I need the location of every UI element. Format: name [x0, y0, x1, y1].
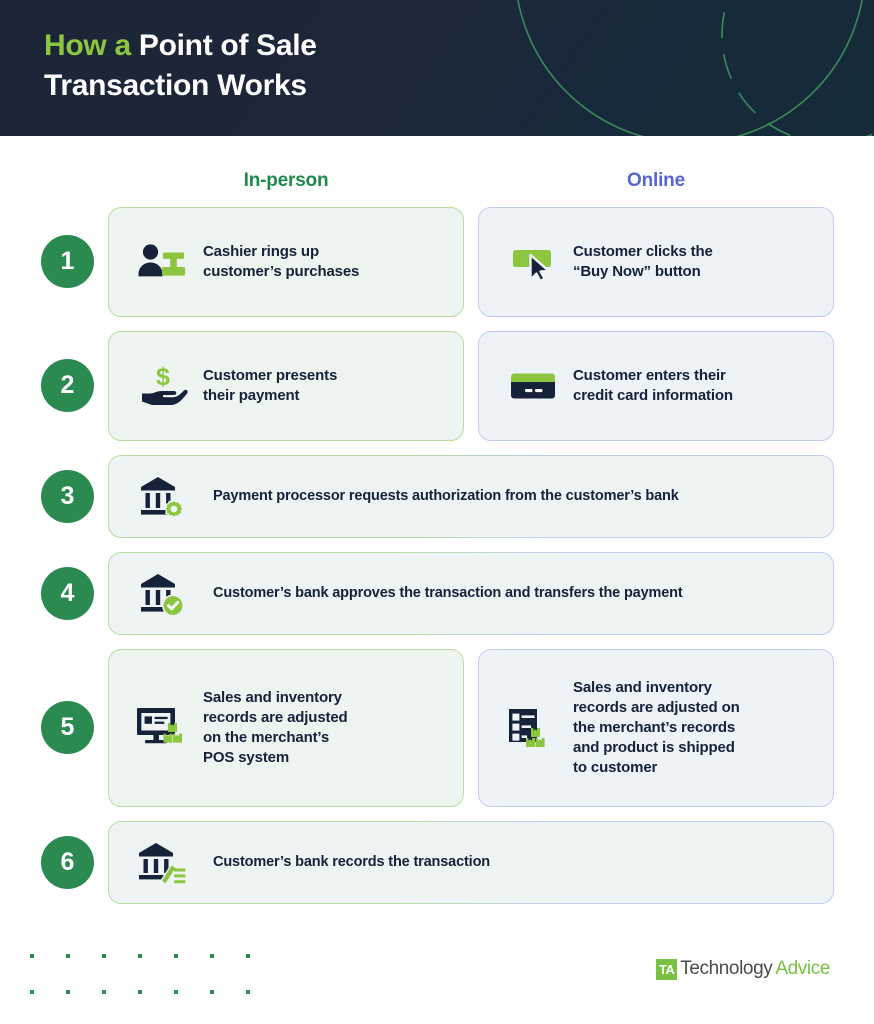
logo-text-advice: Advice: [775, 958, 830, 979]
hand-holding-dollar-icon: $: [127, 363, 199, 409]
svg-text:$: $: [156, 363, 170, 391]
step-number-badge: 2: [41, 359, 94, 412]
buy-now-button-cursor-icon: [497, 243, 569, 281]
dot: [30, 954, 34, 958]
dot: [138, 990, 142, 994]
step-card-text: Customer presents their payment: [203, 367, 338, 404]
step-card-online: Customer clicks the “Buy Now” button: [478, 207, 834, 317]
records-list-inventory-icon: [497, 704, 569, 752]
step-card-text: Customer enters their credit card inform…: [573, 367, 733, 404]
bank-pencil-records-icon: [127, 840, 199, 886]
step-card-text: Sales and inventory records are adjusted…: [573, 679, 740, 776]
step-row: 5 Sales and inventory records are adjust…: [0, 649, 874, 809]
step-card-online: Sales and inventory records are adjusted…: [478, 649, 834, 807]
step-card-in-person: $ Customer presents their payment: [108, 331, 464, 441]
dot: [246, 990, 250, 994]
step-number-badge: 3: [41, 470, 94, 523]
logo-text-technology: Technology: [680, 958, 773, 979]
step-row: 1 Cashier rings up customer’s purchases: [0, 207, 874, 319]
dot: [102, 954, 106, 958]
header-banner: How a Point of Sale Transaction Works: [0, 0, 874, 136]
step-card-in-person: Cashier rings up customer’s purchases: [108, 207, 464, 317]
page-title-accent: How a: [44, 29, 131, 62]
logo-mark-icon: TA: [656, 958, 678, 980]
step-row: 6 Customer’s bank records the transactio…: [0, 821, 874, 906]
dot: [30, 990, 34, 994]
technologyadvice-logo: TA Technology Advice: [656, 958, 830, 980]
step-card-in-person: Sales and inventory records are adjusted…: [108, 649, 464, 807]
pos-monitor-inventory-icon: [127, 704, 199, 752]
step-number-badge: 4: [41, 567, 94, 620]
step-card-wide: Customer’s bank approves the transaction…: [108, 552, 834, 635]
bank-check-icon: [127, 571, 199, 617]
credit-card-icon: [497, 368, 569, 404]
page-title: How a Point of Sale Transaction Works: [44, 26, 317, 105]
cashier-register-icon: [127, 242, 199, 282]
column-headings: In-person Online: [0, 170, 874, 200]
step-card-text: Sales and inventory records are adjusted…: [203, 689, 348, 766]
footer: TA Technology Advice: [0, 938, 874, 1024]
step-card-text: Payment processor requests authorization…: [213, 487, 679, 504]
step-row: 2 $ Customer presents their payment Cust…: [0, 331, 874, 443]
dot: [138, 954, 142, 958]
step-card-text: Customer clicks the “Buy Now” button: [573, 243, 713, 280]
column-heading-online: Online: [627, 170, 685, 191]
step-card-text: Cashier rings up customer’s purchases: [203, 243, 360, 280]
bank-gear-icon: [127, 474, 199, 520]
step-card-wide: Customer’s bank records the transaction: [108, 821, 834, 904]
step-card-online: Customer enters their credit card inform…: [478, 331, 834, 441]
step-row: 3 Payment processor requests authorizati…: [0, 455, 874, 540]
step-card-text: Customer’s bank approves the transaction…: [213, 584, 683, 601]
step-number-badge: 1: [41, 235, 94, 288]
steps-list: 1 Cashier rings up customer’s purchases: [0, 207, 874, 918]
dot: [66, 954, 70, 958]
dot: [246, 954, 250, 958]
step-card-wide: Payment processor requests authorization…: [108, 455, 834, 538]
step-number-badge: 6: [41, 836, 94, 889]
dot: [210, 990, 214, 994]
dot: [174, 990, 178, 994]
step-card-text: Customer’s bank records the transaction: [213, 853, 490, 870]
decorative-dot-grid: [30, 954, 282, 1024]
step-row: 4 Customer’s bank approves the transacti…: [0, 552, 874, 637]
dot: [102, 990, 106, 994]
step-number-badge: 5: [41, 701, 94, 754]
dot: [174, 954, 178, 958]
dot: [210, 954, 214, 958]
dot: [66, 990, 70, 994]
infographic-page: How a Point of Sale Transaction Works In…: [0, 0, 874, 1024]
column-heading-in-person: In-person: [243, 170, 329, 191]
